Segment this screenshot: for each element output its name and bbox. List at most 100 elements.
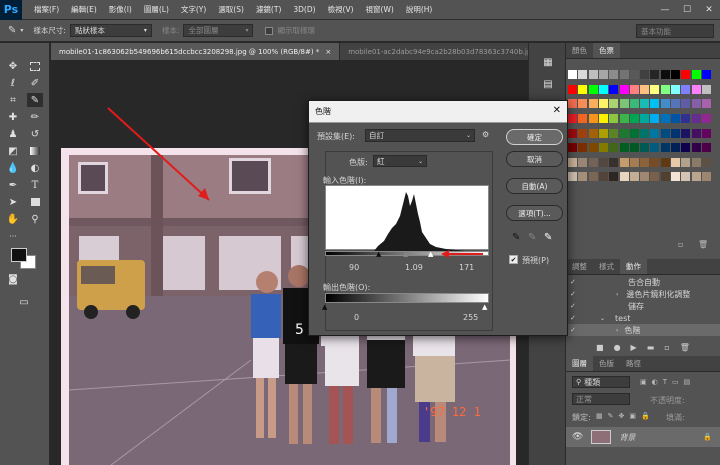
- preview-checkbox[interactable]: ✔: [509, 255, 518, 264]
- color-swatch[interactable]: [691, 99, 701, 109]
- folder-icon[interactable]: ▬: [647, 343, 655, 352]
- color-swatch[interactable]: [671, 157, 680, 167]
- tab-layers[interactable]: 圖層: [566, 356, 593, 371]
- color-swatch[interactable]: [619, 143, 629, 153]
- crop-tool-icon[interactable]: ⌗: [5, 93, 21, 107]
- new-action-icon[interactable]: ▫: [664, 343, 669, 352]
- color-panel-icon[interactable]: ▦: [540, 55, 556, 69]
- color-swatch[interactable]: [588, 113, 598, 123]
- chevron-right-icon[interactable]: ›: [616, 291, 618, 298]
- output-white-value[interactable]: 255: [463, 313, 478, 322]
- dodge-tool-icon[interactable]: ◐: [27, 161, 43, 175]
- blur-tool-icon[interactable]: 💧: [5, 161, 21, 175]
- quick-mask-icon[interactable]: ◙: [5, 272, 21, 286]
- lock-move-icon[interactable]: ✥: [619, 412, 625, 420]
- color-swatch[interactable]: [691, 172, 701, 182]
- stop-icon[interactable]: ■: [596, 343, 604, 352]
- color-swatch[interactable]: [619, 70, 629, 79]
- color-swatch[interactable]: [568, 99, 577, 109]
- history-brush-icon[interactable]: ↺: [27, 127, 43, 141]
- sample-select[interactable]: 全部圖層 ▾: [183, 24, 254, 37]
- layer-row-background[interactable]: 👁 背景 🔒: [566, 427, 720, 447]
- color-swatch[interactable]: [578, 143, 588, 153]
- quick-select-tool-icon[interactable]: ✐: [27, 76, 43, 90]
- color-swatch[interactable]: [681, 84, 691, 94]
- color-swatch[interactable]: [640, 84, 650, 94]
- trash-icon[interactable]: 🗑: [680, 343, 690, 352]
- lock-pixels-icon[interactable]: ▦: [596, 412, 603, 420]
- action-row-selected[interactable]: ✓ › 色階: [566, 324, 720, 336]
- color-swatch[interactable]: [619, 84, 629, 94]
- color-swatch[interactable]: [598, 70, 608, 79]
- color-swatch[interactable]: [609, 172, 619, 182]
- color-swatch[interactable]: [640, 70, 650, 79]
- color-swatch[interactable]: [701, 84, 711, 94]
- play-icon[interactable]: ▶: [631, 343, 637, 352]
- color-swatch[interactable]: [568, 157, 577, 167]
- color-swatch[interactable]: [598, 84, 608, 94]
- hand-tool-icon[interactable]: ✋: [5, 212, 21, 226]
- healing-brush-icon[interactable]: ✚: [5, 110, 21, 124]
- color-swatch[interactable]: [701, 128, 711, 138]
- eyedropper-icon[interactable]: ✎: [27, 93, 43, 107]
- color-swatch[interactable]: [681, 70, 691, 79]
- color-swatch[interactable]: [650, 157, 660, 167]
- input-white-slider[interactable]: ▲: [428, 250, 433, 258]
- color-swatch[interactable]: [681, 143, 691, 153]
- color-swatch[interactable]: [660, 128, 670, 138]
- color-swatch[interactable]: [650, 99, 660, 109]
- action-row[interactable]: ✓ 儲存: [566, 300, 720, 312]
- tab-document-active[interactable]: mobile01-1c863062b549696b615dccbcc320829…: [51, 43, 341, 60]
- check-icon[interactable]: ✓: [570, 278, 580, 286]
- gray-point-eyedropper-icon[interactable]: ✎: [528, 232, 536, 243]
- color-swatch[interactable]: [640, 172, 650, 182]
- menu-file[interactable]: 檔案(F): [28, 4, 65, 15]
- color-swatch[interactable]: [701, 113, 711, 123]
- color-swatch[interactable]: [660, 70, 670, 79]
- color-swatch[interactable]: [660, 113, 670, 123]
- check-icon[interactable]: ✓: [570, 314, 580, 322]
- new-swatch-icon[interactable]: ▫: [678, 240, 683, 249]
- check-icon[interactable]: ✓: [570, 326, 580, 334]
- layer-kind-filter[interactable]: ⚲ 種類: [572, 376, 630, 388]
- options-button[interactable]: 選項(T)...: [506, 205, 563, 221]
- color-swatch[interactable]: [629, 172, 639, 182]
- color-swatch[interactable]: [650, 143, 660, 153]
- color-swatch[interactable]: [578, 172, 588, 182]
- color-swatch[interactable]: [588, 157, 598, 167]
- lock-artboard-icon[interactable]: ▣: [629, 412, 636, 420]
- color-swatch[interactable]: [671, 99, 680, 109]
- dialog-close-button[interactable]: ✕: [553, 105, 561, 116]
- color-swatch[interactable]: [609, 70, 619, 79]
- menu-window[interactable]: 視窗(W): [360, 4, 400, 15]
- tab-channels[interactable]: 色版: [593, 356, 620, 371]
- swatch-grid[interactable]: [568, 70, 718, 236]
- color-swatch[interactable]: [691, 84, 701, 94]
- tab-paths[interactable]: 路徑: [620, 356, 647, 371]
- color-swatch[interactable]: [578, 157, 588, 167]
- color-swatch[interactable]: [660, 157, 670, 167]
- marquee-tool-icon[interactable]: [27, 59, 43, 73]
- eraser-tool-icon[interactable]: ◩: [5, 144, 21, 158]
- color-swatch[interactable]: [588, 172, 598, 182]
- color-swatch[interactable]: [660, 84, 670, 94]
- color-swatch[interactable]: [640, 99, 650, 109]
- type-tool-icon[interactable]: T: [27, 178, 43, 192]
- tab-swatches[interactable]: 色票: [593, 43, 620, 58]
- menu-type[interactable]: 文字(Y): [175, 4, 212, 15]
- minimize-button[interactable]: —: [654, 0, 676, 20]
- close-tab-icon[interactable]: ×: [325, 48, 331, 56]
- pen-tool-icon[interactable]: ✒: [5, 178, 21, 192]
- color-swatch[interactable]: [578, 128, 588, 138]
- menu-edit[interactable]: 編輯(E): [65, 4, 103, 15]
- input-black-value[interactable]: 90: [349, 263, 359, 272]
- color-swatch[interactable]: [671, 84, 680, 94]
- smart-filter-icon[interactable]: ▤: [684, 378, 691, 386]
- white-point-eyedropper-icon[interactable]: ✎: [544, 232, 552, 243]
- color-swatch[interactable]: [629, 113, 639, 123]
- color-swatch[interactable]: [691, 143, 701, 153]
- check-icon[interactable]: ✓: [570, 302, 580, 310]
- tab-styles[interactable]: 樣式: [593, 259, 620, 274]
- color-swatch[interactable]: [588, 99, 598, 109]
- menu-layer[interactable]: 圖層(L): [138, 4, 175, 15]
